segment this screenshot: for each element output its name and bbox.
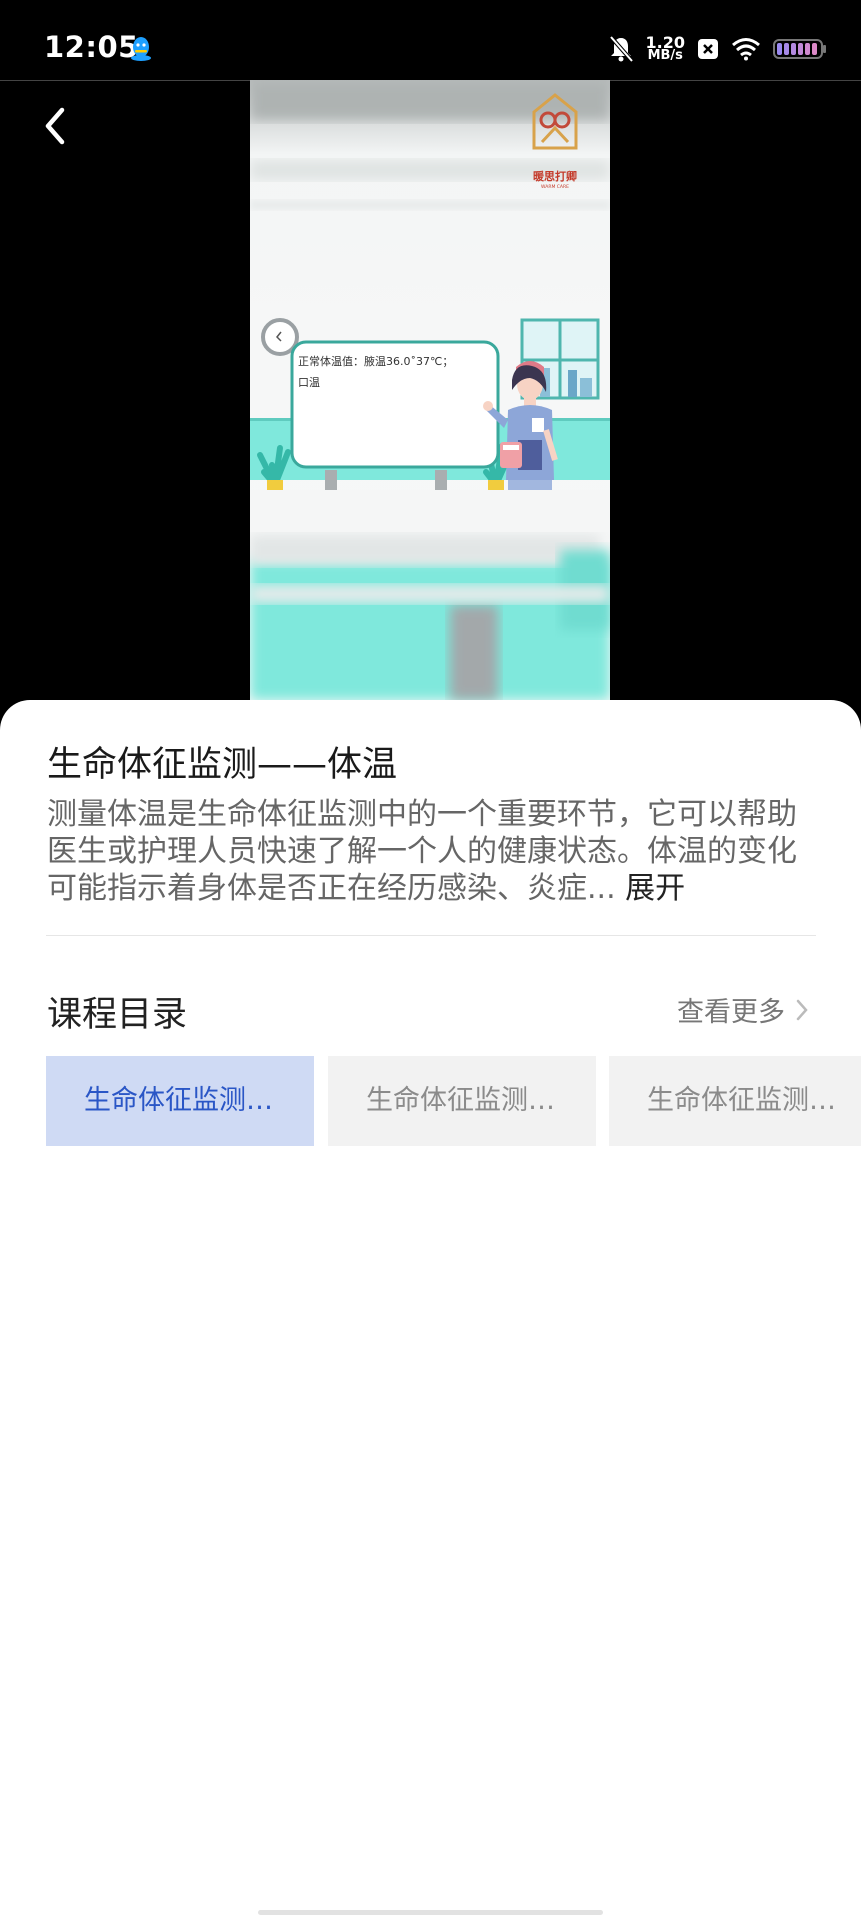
chapter-item[interactable]: 生命体征监测… <box>328 1056 596 1146</box>
catalog-title: 课程目录 <box>47 995 188 1035</box>
chapter-item[interactable]: 生命体征监测… <box>46 1056 314 1146</box>
board-text-line2: 口温 <box>298 376 320 389</box>
course-info-sheet: 生命体征监测——体温 测量体温是生命体征监测中的一个重要环节，它可以帮助医生或护… <box>0 700 861 1920</box>
expand-link[interactable]: 展开 <box>625 871 685 906</box>
chapter-list[interactable]: 生命体征监测… 生命体征监测… 生命体征监测… <box>46 1056 861 1146</box>
status-time: 12:05 <box>44 30 139 64</box>
brand-text: 暖思打卿 <box>533 169 577 183</box>
section-divider <box>46 935 816 936</box>
board-text-line1: 正常体温值：腋温36.0˚37℃； <box>298 354 453 368</box>
net-speed: 1.20 MB/s <box>646 35 685 63</box>
brand-subtext: WARM CARE <box>541 184 569 190</box>
see-more-label: 查看更多 <box>677 997 785 1028</box>
chevron-right-icon <box>796 999 808 1020</box>
see-more-link[interactable]: 查看更多 <box>677 990 809 1029</box>
status-icons: 1.20 MB/s <box>608 30 827 68</box>
close-box-icon <box>698 39 718 59</box>
chapter-item[interactable]: 生命体征监测… <box>609 1056 861 1146</box>
wall-clock <box>261 318 299 356</box>
status-bar: 12:05 1.20 MB/s <box>0 0 861 80</box>
home-indicator[interactable] <box>258 1910 603 1915</box>
video-illustration: 暖思打卿 WARM CARE 正常体温值：腋温36.0˚37℃； 口温 <box>250 80 610 700</box>
qq-icon <box>131 37 151 61</box>
net-speed-unit: MB/s <box>647 48 683 63</box>
battery-icon <box>773 39 826 59</box>
back-button[interactable] <box>40 104 74 148</box>
course-title: 生命体征监测——体温 <box>47 745 398 785</box>
back-arrow-icon <box>45 107 65 145</box>
wifi-icon <box>732 38 760 61</box>
course-description: 测量体温是生命体征监测中的一个重要环节，它可以帮助医生或护理人员快速了解一个人的… <box>47 796 817 907</box>
video-frame[interactable]: 暖思打卿 WARM CARE 正常体温值：腋温36.0˚37℃； 口温 <box>250 80 610 700</box>
mute-bell-icon <box>609 35 634 63</box>
